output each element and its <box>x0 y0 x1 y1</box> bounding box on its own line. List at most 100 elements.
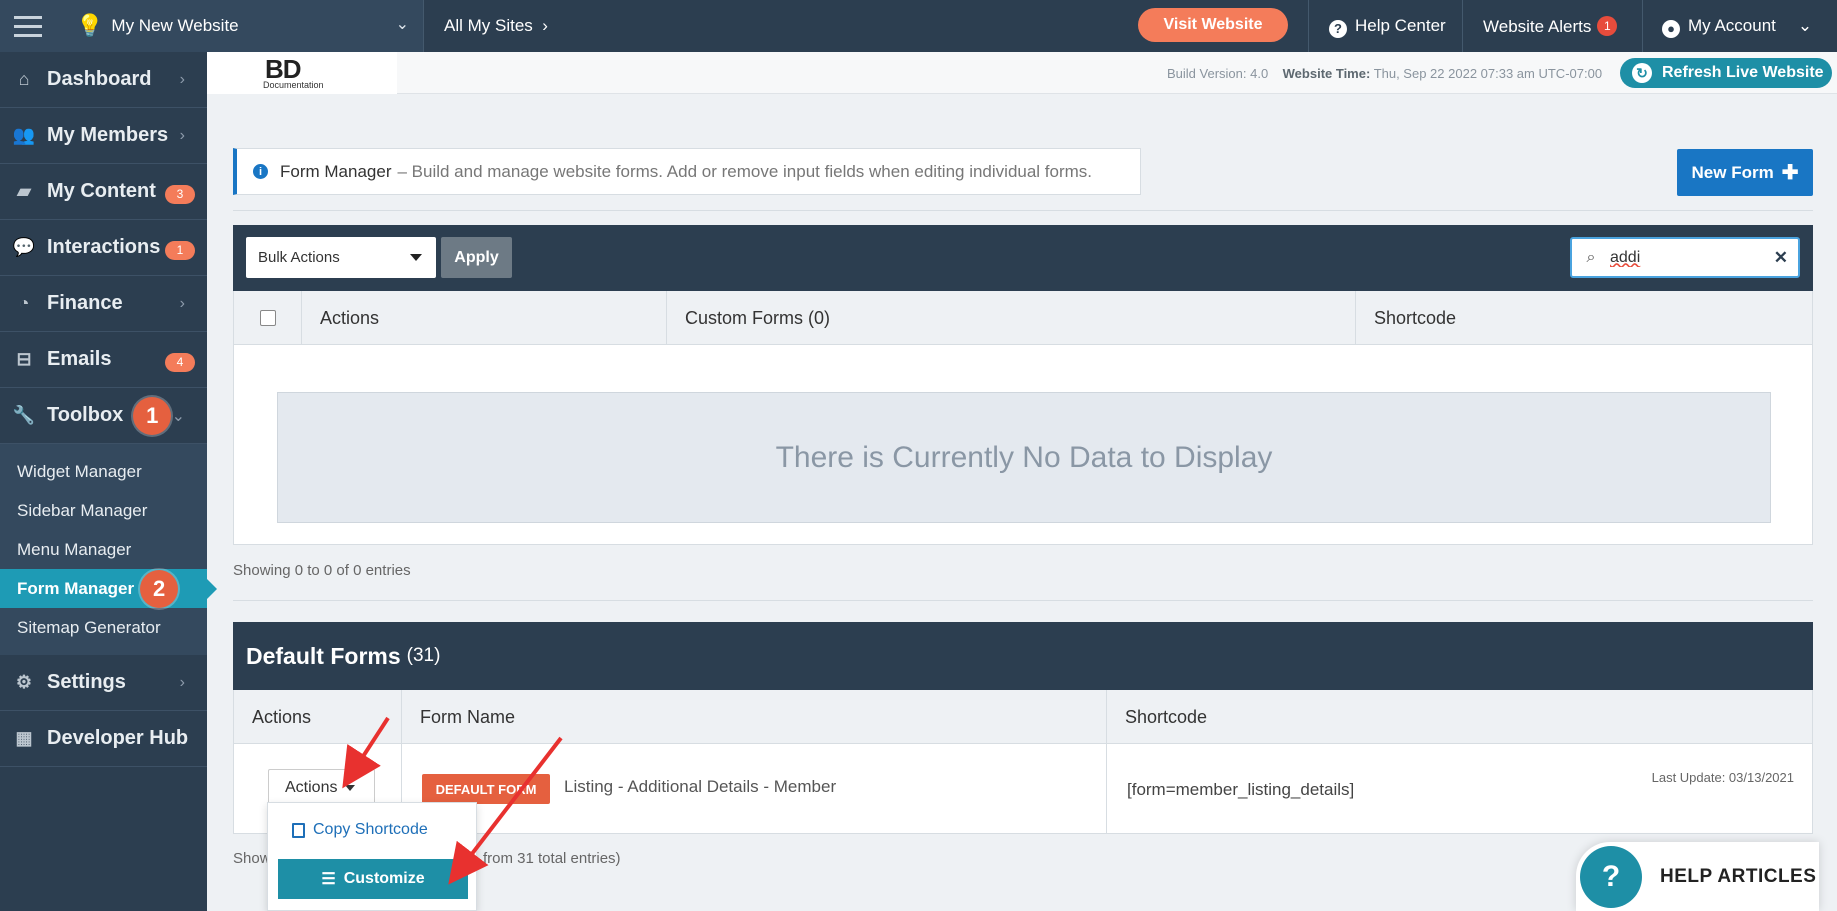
refresh-label: Refresh Live Website <box>1662 64 1824 81</box>
sidebar-item-my-members[interactable]: 👥 My Members › <box>0 108 207 164</box>
bulk-actions-select[interactable]: Bulk Actions <box>246 237 436 278</box>
sidebar-item-sidebar-manager[interactable]: Sidebar Manager <box>0 491 207 530</box>
column-shortcode[interactable]: Shortcode <box>1107 690 1814 744</box>
website-time-label: Website Time: <box>1282 66 1371 81</box>
info-description: – Build and manage website forms. Add or… <box>397 161 1093 181</box>
sidebar-item-label: Toolbox <box>47 404 124 426</box>
lightbulb-icon: 💡 <box>76 13 104 38</box>
sidebar-item-label: Dashboard <box>47 68 152 90</box>
last-update: Last Update: 03/13/2021 <box>1651 770 1794 785</box>
sidebar-item-widget-manager[interactable]: Widget Manager <box>0 452 207 491</box>
website-alerts-link[interactable]: Website Alerts 1 <box>1483 16 1618 37</box>
chevron-down-icon: ⌄ <box>1797 16 1813 35</box>
sidebar-item-finance[interactable]: ◔ Finance › <box>0 276 207 332</box>
sidebar-item-label: Settings <box>47 671 126 693</box>
info-title: Form Manager <box>280 161 392 181</box>
column-form-name[interactable]: Form Name <box>402 690 1107 744</box>
form-manager-info: i Form Manager – Build and manage websit… <box>233 148 1141 195</box>
caret-down-icon <box>410 254 422 261</box>
default-forms-title: Default Forms <box>246 642 401 669</box>
help-center-label: Help Center <box>1355 16 1446 35</box>
search-input[interactable] <box>1610 248 1760 267</box>
new-form-label: New Form <box>1691 162 1774 182</box>
refresh-live-website-button[interactable]: ↻ Refresh Live Website <box>1620 58 1832 88</box>
shortcode-value: [form=member_listing_details] <box>1127 780 1355 799</box>
grid-icon: ▦ <box>15 728 33 748</box>
search-field[interactable]: ⌕ ✕ <box>1570 237 1800 278</box>
divider <box>1308 0 1309 52</box>
wrench-icon: 🔧 <box>12 405 36 425</box>
sidebar-item-dashboard[interactable]: ⌂ Dashboard › <box>0 52 207 108</box>
build-version: Build Version: 4.0 <box>1167 66 1269 81</box>
user-circle-icon: ● <box>1662 20 1680 38</box>
divider <box>1462 0 1463 52</box>
chevron-right-icon: › <box>179 70 185 88</box>
sidebar-item-label: Finance <box>47 292 123 314</box>
sidebar-item-sitemap-generator[interactable]: Sitemap Generator <box>0 608 207 647</box>
website-alerts-label: Website Alerts <box>1483 17 1592 36</box>
chevron-down-icon: ⌄ <box>395 16 409 33</box>
sidebar-item-developer-hub[interactable]: ▦ Developer Hub <box>0 711 207 767</box>
sidebar-item-interactions[interactable]: 💬 Interactions 1 <box>0 220 207 276</box>
chevron-down-icon: ⌄ <box>171 407 185 425</box>
alerts-count-badge: 1 <box>1597 16 1618 36</box>
select-all-checkbox[interactable] <box>259 310 276 326</box>
logo[interactable]: BD Documentation <box>207 52 397 94</box>
my-account-link[interactable]: ● My Account ⌄ <box>1662 16 1812 38</box>
no-data-message: There is Currently No Data to Display <box>277 392 1771 523</box>
copy-icon <box>292 822 305 838</box>
customize-menu-item[interactable]: ☰ Customize <box>278 859 468 899</box>
help-articles-widget[interactable]: ? HELP ARTICLES <box>1576 842 1819 911</box>
folder-icon: ▰ <box>17 181 31 201</box>
actions-dropdown-menu: Copy Shortcode ☰ Customize <box>267 802 477 911</box>
new-form-button[interactable]: New Form ✚ <box>1677 149 1813 196</box>
step-marker-1: 1 <box>133 396 172 435</box>
apply-button[interactable]: Apply <box>441 237 512 278</box>
divider <box>233 210 1813 211</box>
hamburger-menu-icon[interactable] <box>0 0 56 52</box>
column-custom-forms[interactable]: Custom Forms (0) <box>667 291 1356 345</box>
default-forms-count: (31) <box>406 645 441 666</box>
sidebar-item-toolbox[interactable]: 🔧 Toolbox 1 ⌄ <box>0 388 207 444</box>
bulk-actions-label: Bulk Actions <box>258 249 340 266</box>
site-name: My New Website <box>111 16 239 35</box>
logo-subtext: Documentation <box>263 80 324 90</box>
gear-icon: ⚙ <box>15 672 33 692</box>
visit-website-button[interactable]: Visit Website <box>1138 8 1288 42</box>
sidebar-item-settings[interactable]: ⚙ Settings › <box>0 655 207 711</box>
website-time-value: Thu, Sep 22 2022 07:33 am UTC-07:00 <box>1373 66 1603 81</box>
sidebar-item-menu-manager[interactable]: Menu Manager <box>0 530 207 569</box>
all-my-sites-link[interactable]: All My Sites › <box>444 16 548 36</box>
sidebar-item-my-content[interactable]: ▰ My Content 3 <box>0 164 207 220</box>
clear-search-icon[interactable]: ✕ <box>1774 248 1788 268</box>
sidebar-item-emails[interactable]: ⊟ Emails 4 <box>0 332 207 388</box>
sidebar-item-label: My Content <box>47 180 156 202</box>
copy-shortcode-menu-item[interactable]: Copy Shortcode <box>292 821 428 839</box>
chevron-right-icon: › <box>179 294 185 312</box>
select-all-cell <box>234 291 302 345</box>
chevron-right-icon: › <box>179 126 185 144</box>
sub-header: BD Documentation Build Version: 4.0 Webs… <box>207 52 1837 94</box>
sidebar-item-label: Developer Hub <box>47 727 189 749</box>
sidebar-item-label: Form Manager <box>17 578 135 598</box>
customize-label: Customize <box>343 870 425 887</box>
home-icon: ⌂ <box>18 69 30 89</box>
site-selector[interactable]: 💡 My New Website ⌄ <box>56 0 423 52</box>
default-forms-entries-prefix: Show <box>233 850 271 867</box>
sidebar-item-label: My Members <box>47 124 169 146</box>
column-shortcode[interactable]: Shortcode <box>1356 291 1814 345</box>
form-name-cell: DEFAULT FORM Listing - Additional Detail… <box>402 744 1107 834</box>
default-forms-header: Default Forms (31) <box>233 622 1813 690</box>
sidebar-item-label: Interactions <box>47 236 161 258</box>
sidebar-item-form-manager[interactable]: Form Manager 2 <box>0 569 217 608</box>
search-icon: ⌕ <box>1586 248 1596 266</box>
row-actions-button[interactable]: Actions <box>268 769 375 806</box>
all-my-sites-label: All My Sites <box>444 16 533 35</box>
sliders-icon: ☰ <box>321 871 336 888</box>
help-center-link[interactable]: ? Help Center <box>1329 16 1446 38</box>
default-forms-entries-suffix: from 31 total entries) <box>483 850 621 867</box>
sidebar: ⌂ Dashboard › 👥 My Members › ▰ My Conten… <box>0 52 217 911</box>
custom-forms-body: There is Currently No Data to Display <box>233 345 1813 545</box>
emails-count-badge: 4 <box>165 353 195 372</box>
interactions-count-badge: 1 <box>165 241 195 260</box>
